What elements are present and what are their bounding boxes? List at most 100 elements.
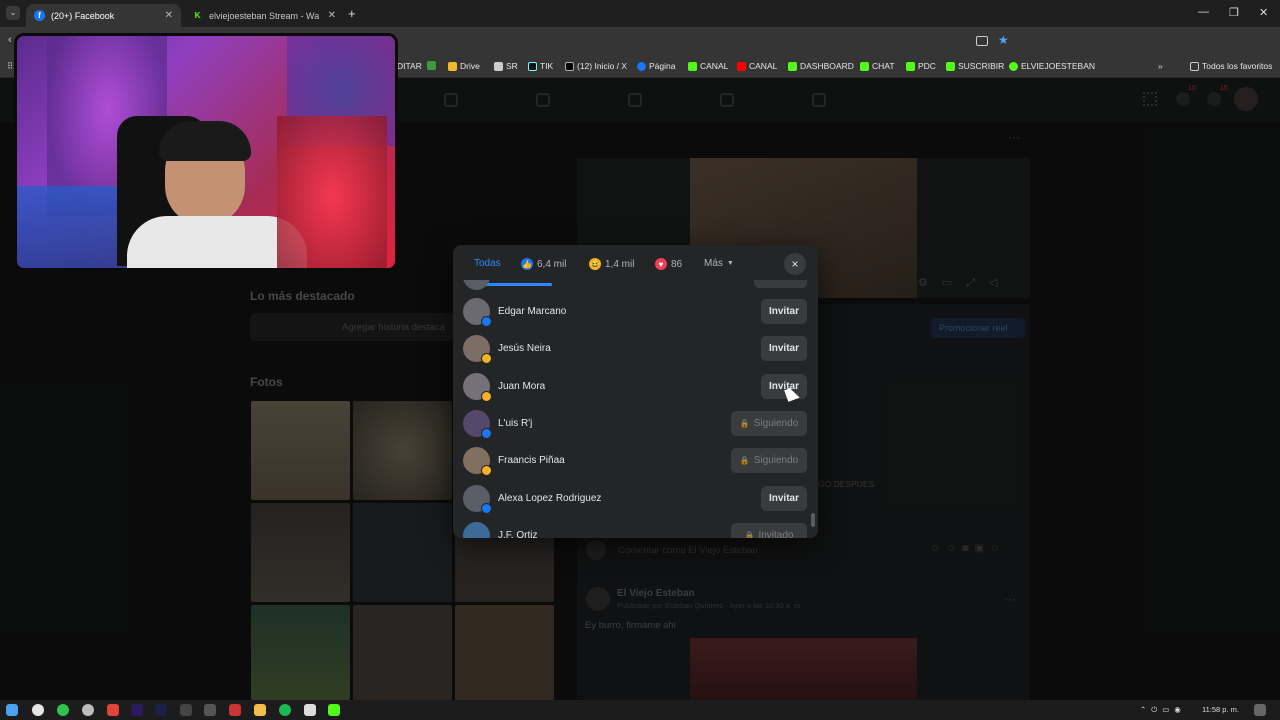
bookmark-item[interactable]: TIK [528, 61, 553, 71]
new-tab-button[interactable]: + [348, 6, 356, 21]
invited-button: 🔒 Invitado [731, 522, 807, 538]
person-name[interactable]: Juan Mora [498, 381, 545, 392]
back-icon[interactable]: ‹ [8, 34, 12, 46]
bookmark-item[interactable]: SR [494, 61, 518, 71]
app-icon[interactable] [229, 704, 241, 716]
following-button: 🔒 Siguiendo [731, 410, 807, 436]
kick-icon[interactable] [328, 704, 340, 716]
bookmark-item[interactable]: CANAL [737, 61, 777, 71]
reactions-dialog: Todas 👍 6,4 mil 😆 1,4 mil ♥ 86 Más ▼ × E… [453, 245, 818, 538]
list-item[interactable]: L'uis R'j 🔒 Siguiendo [463, 406, 808, 443]
like-reaction-icon [481, 316, 492, 327]
app-icon[interactable] [304, 704, 316, 716]
list-scrollbar[interactable] [811, 513, 815, 527]
chevron-right-icon[interactable]: » [1158, 61, 1163, 71]
streamer-cap [159, 121, 251, 161]
bookmark-item[interactable]: SUSCRIBIR [946, 61, 1004, 71]
tray-icons[interactable]: ⌃⏻▭◉ [1140, 705, 1186, 715]
lock-icon: 🔒 [739, 418, 750, 428]
person-name[interactable]: Fraancis Piñaa [498, 455, 565, 466]
close-icon[interactable]: ✕ [328, 10, 336, 21]
app-icon[interactable] [107, 704, 119, 716]
heart-icon: ♥ [655, 258, 667, 270]
all-favorites-folder[interactable]: Todos los favoritos [1190, 61, 1272, 71]
bookmark-item[interactable]: (12) Inicio / X [565, 61, 627, 71]
facebook-icon [637, 61, 646, 71]
red-figure [277, 116, 387, 268]
list-item[interactable]: Fraancis Piñaa 🔒 Siguiendo [463, 443, 808, 480]
tab-like-reactions[interactable]: 👍 6,4 mil [521, 258, 566, 270]
list-item[interactable]: Alexa Lopez Rodriguez Invitar [463, 481, 808, 518]
app-icon[interactable] [82, 704, 94, 716]
tab-love-reactions[interactable]: ♥ 86 [655, 258, 682, 270]
haha-icon: 😆 [589, 258, 601, 270]
close-dialog-button[interactable]: × [784, 253, 806, 275]
tab-search-button[interactable]: ⌄ [6, 6, 20, 20]
bookmark-item[interactable]: CHAT [860, 61, 895, 71]
drive-icon [448, 61, 457, 71]
app-icon[interactable] [180, 704, 192, 716]
reaction-tabs: Todas 👍 6,4 mil 😆 1,4 mil ♥ 86 Más ▼ × [453, 245, 818, 286]
avatar[interactable] [463, 521, 490, 538]
bookmark-item[interactable]: Drive [448, 61, 480, 71]
cast-icon[interactable] [976, 36, 988, 46]
button-label: Siguiendo [753, 455, 799, 467]
list-item-partial [463, 280, 490, 290]
bookmark-icon [427, 61, 436, 70]
spotify-icon[interactable] [279, 704, 291, 716]
tab-title: elviejoesteban Stream - Watch [209, 10, 319, 21]
close-icon[interactable]: ✕ [165, 10, 173, 21]
person-name[interactable]: L'uis R'j [498, 418, 532, 429]
apps-icon[interactable]: ⠿ [7, 61, 13, 72]
invite-button[interactable]: Invitar [761, 485, 807, 511]
kick-icon [946, 61, 955, 71]
person-name[interactable]: Jesús Neira [498, 343, 551, 354]
facebook-icon: f [34, 10, 45, 21]
windows-taskbar: ⌃⏻▭◉ 11:58 p. m. [0, 700, 1280, 720]
browser-tab-bar: ⌄ f (20+) Facebook ✕ K elviejoesteban St… [0, 0, 1280, 27]
lock-icon: 🔒 [739, 456, 750, 466]
lock-icon: 🔒 [744, 530, 755, 538]
person-name[interactable]: J.F. Ortiz [498, 530, 537, 538]
aftereffects-icon[interactable] [155, 704, 167, 716]
folder-icon[interactable] [254, 704, 266, 716]
list-item[interactable]: J.F. Ortiz 🔒 Invitado [463, 518, 808, 538]
bookmark-item[interactable] [427, 61, 436, 70]
invite-button[interactable]: Invitar [761, 373, 807, 399]
tiktok-icon [528, 61, 537, 71]
bookmark-item[interactable]: DASHBOARD [788, 61, 854, 71]
tab-kick-stream[interactable]: K elviejoesteban Stream - Watch ✕ [184, 4, 344, 27]
whatsapp-icon[interactable] [57, 704, 69, 716]
app-icon[interactable] [204, 704, 216, 716]
tab-all-reactions[interactable]: Todas [474, 258, 501, 269]
minimize-icon[interactable]: — [1198, 6, 1209, 18]
chrome-icon[interactable] [32, 704, 44, 716]
button-label: Invitado [758, 529, 794, 538]
caret-down-icon: ▼ [726, 260, 734, 267]
bookmark-item[interactable]: Página [637, 61, 675, 71]
window-close-icon[interactable]: ✕ [1259, 6, 1268, 19]
premiere-icon[interactable] [131, 704, 143, 716]
notification-center-icon[interactable] [1254, 704, 1266, 716]
list-item[interactable]: Edgar Marcano Invitar [463, 294, 808, 331]
maximize-icon[interactable]: ❐ [1229, 6, 1239, 19]
bookmark-item[interactable]: PDC [906, 61, 936, 71]
tab-haha-reactions[interactable]: 😆 1,4 mil [589, 258, 634, 270]
bookmark-item[interactable]: CANAL [688, 61, 728, 71]
following-button: 🔒 Siguiendo [731, 448, 807, 474]
person-name[interactable]: Alexa Lopez Rodriguez [498, 493, 601, 504]
more-reactions-dropdown[interactable]: Más ▼ [704, 258, 734, 269]
tab-facebook[interactable]: f (20+) Facebook ✕ [26, 4, 181, 27]
list-item[interactable]: Jesús Neira Invitar [463, 331, 808, 368]
button-label: Invitar [768, 343, 799, 355]
bookmark-star-icon[interactable]: ★ [998, 33, 1009, 47]
windows-start-icon[interactable] [6, 704, 18, 716]
bookmark-item[interactable]: DITAR [397, 61, 422, 71]
list-item[interactable]: Juan Mora Invitar [463, 369, 808, 406]
haha-reaction-icon [481, 353, 492, 365]
close-icon: × [791, 257, 799, 271]
bookmark-item[interactable]: ELVIEJOESTEBAN [1009, 61, 1095, 71]
invite-button[interactable]: Invitar [761, 336, 807, 362]
person-name[interactable]: Edgar Marcano [498, 306, 566, 317]
invite-button[interactable]: Invitar [761, 299, 807, 324]
